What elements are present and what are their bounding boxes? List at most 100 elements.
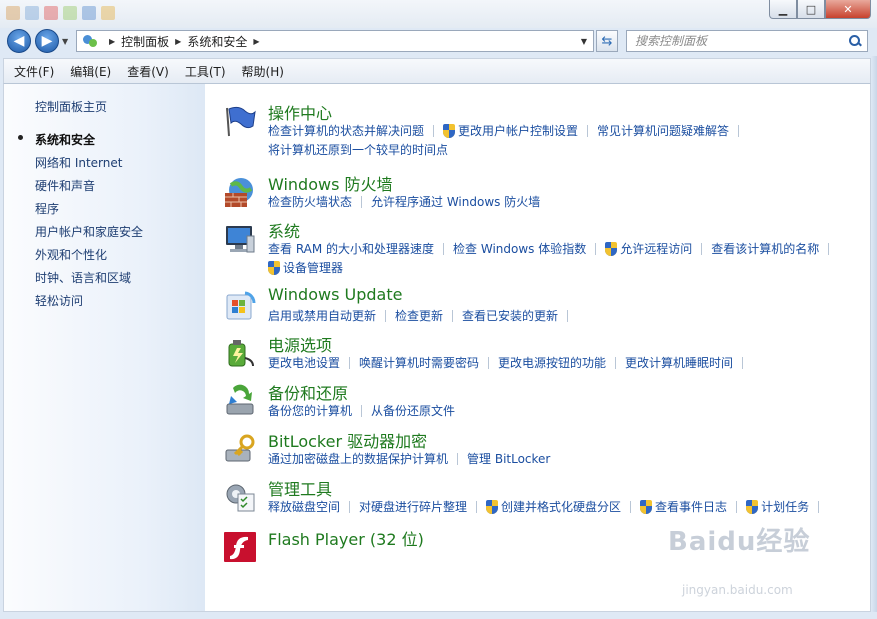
task-link-label: 管理 BitLocker xyxy=(467,452,551,466)
task-link-label: 查看已安装的更新 xyxy=(462,309,559,323)
app-icon xyxy=(63,6,77,20)
watermark-brand: Baidu经验 xyxy=(668,527,811,557)
category-title[interactable]: 操作中心 xyxy=(268,100,332,124)
menu-file[interactable]: 文件(F) xyxy=(14,63,54,80)
bitlocker-icon[interactable] xyxy=(223,432,257,466)
category-title[interactable]: Windows 防火墙 xyxy=(268,171,393,195)
address-dropdown-icon[interactable]: ▼ xyxy=(581,37,587,46)
task-link[interactable]: 备份您的计算机 xyxy=(268,402,352,419)
nav-user-accounts[interactable]: 用户帐户和家庭安全 xyxy=(35,223,143,240)
task-link[interactable]: 检查防火墙状态 xyxy=(268,193,352,210)
task-link[interactable]: 常见计算机问题疑难解答 xyxy=(597,122,729,139)
refresh-button[interactable]: ⇆ xyxy=(596,30,618,52)
task-link[interactable]: 允许远程访问 xyxy=(605,240,692,257)
task-link[interactable]: 查看 RAM 的大小和处理器速度 xyxy=(268,240,434,257)
power-options-icon[interactable] xyxy=(223,336,257,370)
navigation-bar: ◀ ▶ ▼ ▶ 控制面板 ▶ 系统和安全 ▶ ▼ ⇆ xyxy=(0,28,877,56)
task-link[interactable]: 检查更新 xyxy=(395,307,443,324)
forward-button[interactable]: ▶ xyxy=(35,29,59,53)
task-link[interactable]: 检查 Windows 体验指数 xyxy=(453,240,586,257)
search-input[interactable] xyxy=(635,32,845,50)
task-link[interactable]: 查看该计算机的名称 xyxy=(711,240,819,257)
task-link[interactable]: 将计算机还原到一个较早的时间点 xyxy=(268,141,448,158)
task-link[interactable]: 更改计算机睡眠时间 xyxy=(625,354,733,371)
current-bullet-icon xyxy=(18,135,23,140)
backup-restore-icon[interactable] xyxy=(223,384,257,418)
nav-control-panel-home[interactable]: 控制面板主页 xyxy=(35,98,107,115)
link-divider xyxy=(595,242,597,255)
link-divider xyxy=(385,309,387,322)
task-link-label: 常见计算机问题疑难解答 xyxy=(597,124,730,138)
task-link[interactable]: 更改用户帐户控制设置 xyxy=(443,122,578,139)
task-link[interactable]: 更改电池设置 xyxy=(268,354,340,371)
category-title[interactable]: 管理工具 xyxy=(268,476,332,500)
task-link-label: 允许程序通过 Windows 防火墙 xyxy=(371,195,541,209)
category-title[interactable]: Flash Player (32 位) xyxy=(268,526,424,550)
flash-player-icon[interactable] xyxy=(223,530,257,564)
nav-clock-region[interactable]: 时钟、语言和区域 xyxy=(35,269,131,286)
task-link-label: 启用或禁用自动更新 xyxy=(268,309,377,323)
nav-network-internet[interactable]: 网络和 Internet xyxy=(35,154,122,171)
task-link[interactable]: 唤醒计算机时需要密码 xyxy=(359,354,479,371)
search-box[interactable] xyxy=(626,30,868,52)
maximize-button[interactable]: □ xyxy=(797,0,825,19)
chevron-right-icon[interactable]: ▶ xyxy=(175,37,181,46)
breadcrumb-control-panel[interactable]: 控制面板 xyxy=(121,33,169,50)
task-link[interactable]: 启用或禁用自动更新 xyxy=(268,307,376,324)
menu-help[interactable]: 帮助(H) xyxy=(242,63,284,80)
menu-view[interactable]: 查看(V) xyxy=(127,63,169,80)
category-title[interactable]: BitLocker 驱动器加密 xyxy=(268,428,427,452)
chevron-right-icon[interactable]: ▶ xyxy=(253,37,259,46)
system-computer-icon[interactable] xyxy=(223,222,257,256)
nav-system-security[interactable]: 系统和安全 xyxy=(35,131,95,148)
nav-hardware-sound[interactable]: 硬件和声音 xyxy=(35,177,95,194)
task-link[interactable]: 允许程序通过 Windows 防火墙 xyxy=(371,193,540,210)
minimize-button[interactable]: ▁ xyxy=(769,0,797,19)
category-power-options: 电源选项 更改电池设置 唤醒计算机时需要密码 更改电源按钮的功能 更改计算机睡眠时间 xyxy=(223,332,863,378)
category-title[interactable]: 系统 xyxy=(268,218,300,242)
link-divider xyxy=(615,356,617,369)
menu-edit[interactable]: 编辑(E) xyxy=(70,63,111,80)
firewall-icon[interactable] xyxy=(223,175,257,209)
back-button[interactable]: ◀ xyxy=(7,29,31,53)
task-link-label: 检查更新 xyxy=(395,309,444,323)
category-title[interactable]: 备份和还原 xyxy=(268,380,348,404)
task-link[interactable]: 查看事件日志 xyxy=(640,498,727,515)
windows-update-icon[interactable] xyxy=(223,289,257,323)
task-link-label: 更改计算机睡眠时间 xyxy=(625,356,734,370)
link-divider xyxy=(630,500,632,513)
breadcrumb-system-security[interactable]: 系统和安全 xyxy=(187,33,247,50)
admin-tools-icon[interactable] xyxy=(223,480,257,514)
link-divider xyxy=(476,500,478,513)
close-button[interactable]: ✕ xyxy=(825,0,871,19)
task-link[interactable]: 对硬盘进行碎片整理 xyxy=(359,498,467,515)
action-center-flag-icon[interactable] xyxy=(223,104,257,138)
link-divider xyxy=(349,356,351,369)
task-link[interactable]: 查看已安装的更新 xyxy=(462,307,558,324)
category-title[interactable]: 电源选项 xyxy=(268,332,332,356)
task-link-label: 对硬盘进行碎片整理 xyxy=(359,500,468,514)
chevron-right-icon[interactable]: ▶ xyxy=(109,37,115,46)
task-link[interactable]: 从备份还原文件 xyxy=(371,402,455,419)
nav-ease-of-access[interactable]: 轻松访问 xyxy=(35,292,83,309)
nav-programs[interactable]: 程序 xyxy=(35,200,59,217)
category-title[interactable]: Windows Update xyxy=(268,285,402,304)
address-bar[interactable]: ▶ 控制面板 ▶ 系统和安全 ▶ ▼ xyxy=(76,30,594,52)
task-link[interactable]: 通过加密磁盘上的数据保护计算机 xyxy=(268,450,448,467)
task-link[interactable]: 设备管理器 xyxy=(268,259,343,276)
task-link-row: 释放磁盘空间 对硬盘进行碎片整理 创建并格式化硬盘分区 查看事件日志 计划任务 xyxy=(268,498,828,515)
task-link[interactable]: 管理 BitLocker xyxy=(467,450,550,467)
search-icon[interactable] xyxy=(849,35,861,47)
task-link[interactable]: 更改电源按钮的功能 xyxy=(498,354,606,371)
task-link[interactable]: 释放磁盘空间 xyxy=(268,498,340,515)
recent-pages-dropdown-icon[interactable]: ▼ xyxy=(62,37,68,46)
task-link-row: 备份您的计算机 从备份还原文件 xyxy=(268,402,455,419)
watermark-domain: jingyan.baidu.com xyxy=(682,583,793,597)
task-link[interactable]: 创建并格式化硬盘分区 xyxy=(486,498,621,515)
task-link[interactable]: 计划任务 xyxy=(746,498,809,515)
menu-tools[interactable]: 工具(T) xyxy=(185,63,226,80)
task-link-label: 计划任务 xyxy=(761,500,810,514)
task-link[interactable]: 检查计算机的状态并解决问题 xyxy=(268,122,424,139)
link-divider xyxy=(567,309,569,322)
nav-appearance[interactable]: 外观和个性化 xyxy=(35,246,107,263)
